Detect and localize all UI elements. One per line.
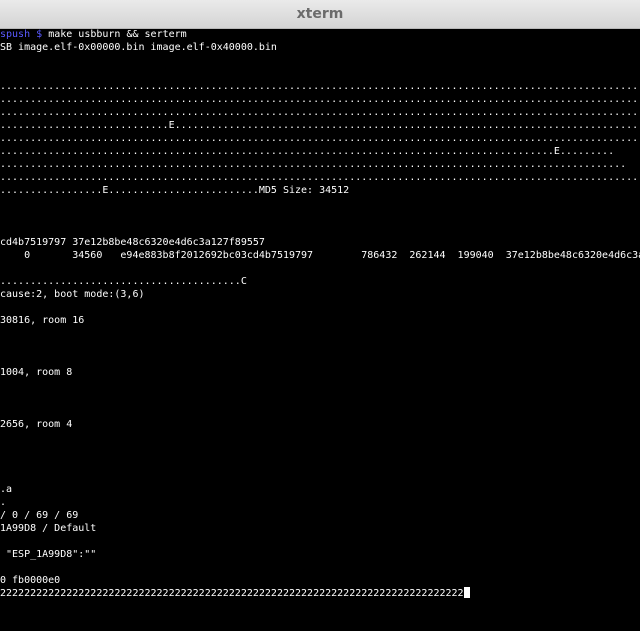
terminal-line: cause:2, boot mode:(3,6) <box>0 288 145 301</box>
prompt-line: spush $ make usbburn && serterm <box>0 28 187 41</box>
terminal-line: 2656, room 4 <box>0 418 72 431</box>
terminal-line: "ESP_1A99D8":"" <box>0 548 96 561</box>
terminal-line: ........................................… <box>0 93 640 106</box>
terminal-line-text: ........................................… <box>0 172 640 183</box>
terminal-line: 1A99D8 / Default <box>0 522 96 535</box>
terminal-line: ............................E...........… <box>0 119 640 132</box>
terminal-line-text: 30816, room 16 <box>0 315 85 326</box>
terminal-line-text: "ESP_1A99D8":"" <box>0 549 97 560</box>
terminal-line-text: .................E......................… <box>0 185 350 196</box>
terminal-line: ........................................… <box>0 158 626 171</box>
terminal-line: ........................................… <box>0 132 640 145</box>
terminal-line: .................E......................… <box>0 184 349 197</box>
terminal-line: ........................................… <box>0 171 640 184</box>
prompt-host: spush <box>0 29 31 40</box>
terminal-line-text: / 0 / 69 / 69 <box>0 510 79 521</box>
terminal-line-text: ........................................… <box>0 146 615 157</box>
text-cursor <box>463 587 470 598</box>
terminal-line: 0 34560 e94e883b8f2012692bc03cd4b7519797… <box>0 249 640 262</box>
terminal-line: ........................................… <box>0 275 247 288</box>
terminal-line: . <box>0 496 6 509</box>
terminal-line-text: ........................................… <box>0 276 247 287</box>
terminal-line: / 0 / 69 / 69 <box>0 509 78 522</box>
terminal-line-text: ........................................… <box>0 81 640 92</box>
terminal-line-text: 0 fb0000e0 <box>0 575 61 586</box>
terminal-line: ........................................… <box>0 106 640 119</box>
terminal-line-text: 1004, room 8 <box>0 367 73 378</box>
terminal-line: 0 fb0000e0 <box>0 574 60 587</box>
terminal-line: 2222222222222222222222222222222222222222… <box>0 587 470 600</box>
terminal-line-text: 2222222222222222222222222222222222222222… <box>0 588 464 599</box>
terminal-line-text: ........................................… <box>0 94 640 105</box>
terminal-line: .a <box>0 483 12 496</box>
terminal-line-text: cause:2, boot mode:(3,6) <box>0 289 145 300</box>
terminal-line-text: 1A99D8 / Default <box>0 523 97 534</box>
terminal-line-text: . <box>0 497 7 508</box>
terminal-line: SB image.elf-0x00000.bin image.elf-0x400… <box>0 41 277 54</box>
terminal-line: 1004, room 8 <box>0 366 72 379</box>
terminal-line-text: 2656, room 4 <box>0 419 73 430</box>
terminal-output[interactable]: spush $ make usbburn && serterm SB image… <box>0 28 640 631</box>
terminal-line: ........................................… <box>0 80 640 93</box>
terminal-line-text: cd4b7519797 37e12b8be48c6320e4d6c3a127f8… <box>0 237 265 248</box>
terminal-line-text: 0 34560 e94e883b8f2012692bc03cd4b7519797… <box>0 250 640 261</box>
terminal-line: ........................................… <box>0 145 614 158</box>
terminal-line-text: SB image.elf-0x00000.bin image.elf-0x400… <box>0 42 277 53</box>
terminal-line: cd4b7519797 37e12b8be48c6320e4d6c3a127f8… <box>0 236 265 249</box>
terminal-line-text: ........................................… <box>0 133 640 144</box>
terminal-line-text: ........................................… <box>0 159 627 170</box>
terminal-line: 30816, room 16 <box>0 314 84 327</box>
terminal-line-text: .a <box>0 484 13 495</box>
prompt-symbol: $ <box>36 29 43 40</box>
window-title: xterm <box>296 6 344 22</box>
prompt-command: make usbburn && serterm <box>48 29 187 40</box>
xterm-window: xterm spush $ make usbburn && serterm SB… <box>0 0 640 631</box>
terminal-line-text: ........................................… <box>0 107 640 118</box>
title-bar[interactable]: xterm <box>0 0 640 29</box>
terminal-line-text: ............................E...........… <box>0 120 640 131</box>
